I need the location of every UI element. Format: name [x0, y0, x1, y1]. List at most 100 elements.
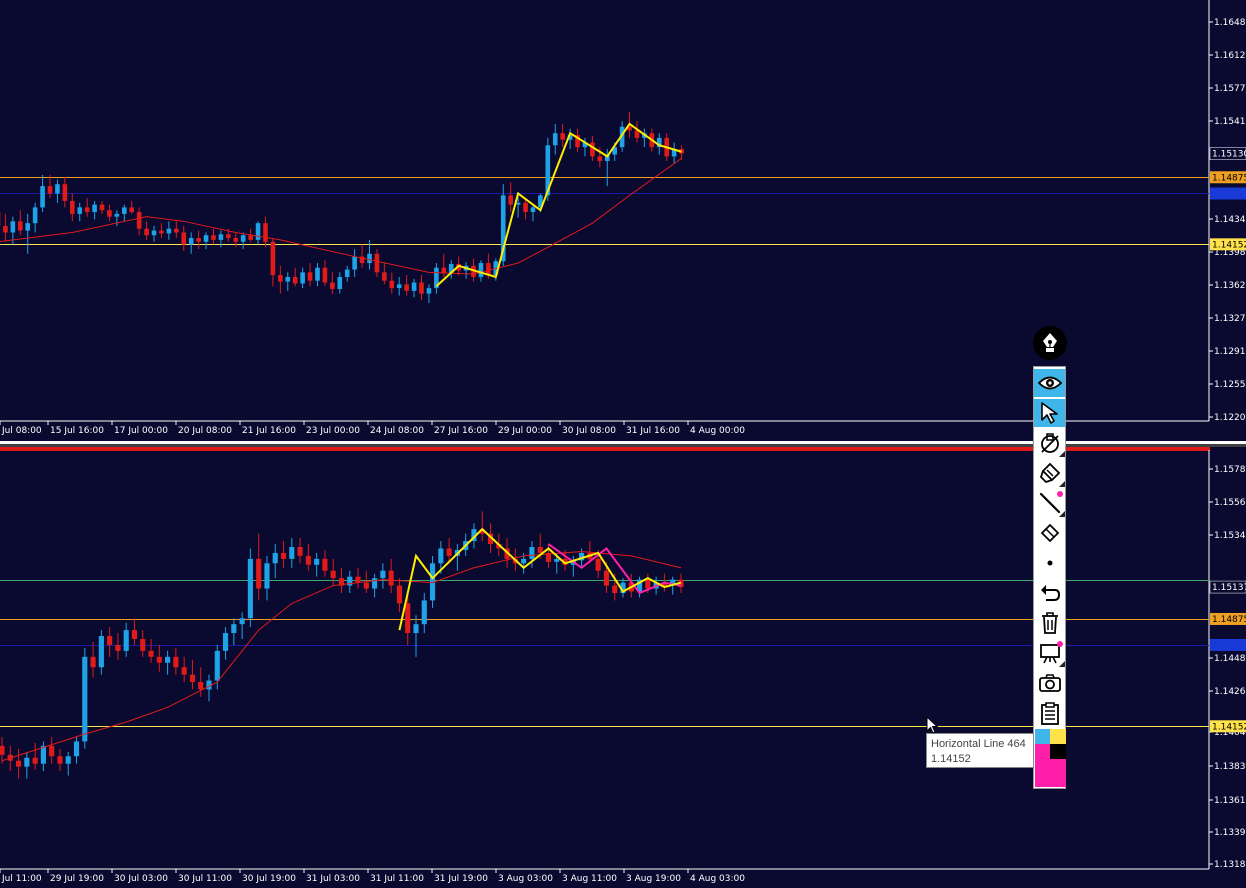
time-tick-label: 30 Jul 19:00 — [242, 874, 296, 884]
price-tick-label: 1.13278 — [1214, 314, 1246, 324]
pink-dot-indicator — [1057, 491, 1063, 497]
candle-body — [297, 546, 303, 556]
candle-body — [148, 650, 154, 657]
candle-body — [15, 760, 22, 767]
time-tick-label: 24 Jul 08:00 — [370, 426, 424, 436]
candle-body — [211, 235, 216, 240]
candle-body — [122, 207, 127, 214]
candle-body — [270, 241, 276, 276]
crossed-pen-icon — [1040, 433, 1059, 453]
candle-body — [396, 585, 403, 604]
tooltip-value: 1.14152 — [931, 753, 971, 765]
candle-body — [314, 558, 320, 565]
candle-body — [181, 232, 187, 245]
candle-body — [307, 272, 313, 281]
eraser-tool-button[interactable] — [1034, 519, 1065, 547]
marker-tool-button[interactable] — [1034, 459, 1065, 487]
tooltip-title: Horizontal Line 464 — [931, 738, 1026, 750]
price-tick-label: 1.13628 — [1214, 281, 1246, 291]
candle-body — [166, 228, 172, 234]
candle-body — [530, 207, 536, 213]
candle-body — [198, 682, 204, 690]
time-tick-label: 30 Jul 11:00 — [178, 874, 232, 884]
candle-body — [438, 548, 444, 564]
candle-body — [189, 674, 196, 683]
candle-body — [280, 552, 287, 559]
moving-average-line — [0, 157, 682, 275]
swatch-pink[interactable] — [1035, 744, 1050, 787]
time-tick-label: 4 Aug 03:00 — [690, 874, 745, 884]
candle-body — [129, 207, 135, 213]
candle-body — [264, 563, 270, 589]
time-tick-label: 30 Jul 08:00 — [562, 426, 616, 436]
time-tick-label: 29 Jul 19:00 — [50, 874, 104, 884]
candle-body — [32, 757, 38, 764]
price-tick-label: 1.15342 — [1214, 531, 1246, 541]
price-tick-label: 1.15778 — [1214, 84, 1246, 94]
clipboard-button[interactable] — [1034, 699, 1065, 727]
undo-button[interactable] — [1034, 579, 1065, 607]
candle-body — [523, 202, 528, 213]
delete-all-button[interactable] — [1034, 609, 1065, 637]
candle-body — [421, 600, 427, 625]
candle-body — [552, 133, 558, 146]
disable-drawing-button[interactable] — [1034, 429, 1065, 457]
candle-body — [98, 636, 104, 668]
candle-body — [240, 235, 246, 242]
swatch-blue[interactable] — [1035, 729, 1050, 744]
candle-body — [77, 207, 83, 214]
eye-icon — [1037, 376, 1062, 390]
fountain-pen-logo-icon[interactable] — [1033, 326, 1067, 360]
candle-body — [305, 555, 311, 565]
candle-body — [645, 579, 651, 589]
eye-toggle-button[interactable] — [1034, 369, 1065, 397]
candle-body — [136, 212, 142, 229]
candle-body — [508, 195, 513, 205]
price-tick-label: 1.12208 — [1214, 413, 1246, 423]
candle-body — [554, 558, 560, 562]
candle-body — [115, 644, 121, 651]
current-price-label: 1.15137 — [1212, 583, 1246, 593]
candle-body — [603, 570, 610, 586]
candle-body — [389, 280, 395, 289]
candle-body — [92, 204, 97, 213]
price-tick-label: 1.13182 — [1214, 860, 1246, 870]
price-tick-label: 1.16488 — [1214, 18, 1246, 28]
line-price-tag-label: 1.14875 — [1212, 615, 1246, 625]
candle-body — [344, 269, 350, 277]
candle-body — [272, 552, 278, 564]
swatch-pink-lower[interactable] — [1050, 759, 1066, 787]
candle-body — [404, 284, 409, 291]
eraser-icon — [1040, 523, 1059, 543]
price-tick-label: 1.14348 — [1214, 215, 1246, 225]
dot-tool-button[interactable] — [1034, 549, 1065, 577]
line-tool-button[interactable] — [1034, 489, 1065, 517]
marker-icon — [1039, 462, 1060, 484]
time-tick-label: Jul 08:00 — [1, 426, 42, 436]
candle-body — [0, 745, 5, 755]
swatch-black[interactable] — [1050, 744, 1066, 759]
clipboard-icon — [1040, 702, 1059, 725]
time-tick-label: 3 Aug 03:00 — [498, 874, 553, 884]
screenshot-button[interactable] — [1034, 669, 1065, 697]
candle-body — [355, 576, 361, 583]
candle-body — [380, 570, 386, 579]
candle-body — [57, 756, 63, 764]
time-tick-label: 3 Aug 19:00 — [626, 874, 681, 884]
candle-body — [315, 267, 320, 281]
cursor-select-button[interactable] — [1034, 399, 1065, 427]
candle-body — [529, 546, 535, 559]
drawing-toolbar — [1033, 366, 1066, 789]
candle-body — [426, 288, 432, 294]
candle-body — [231, 624, 237, 634]
board-button[interactable] — [1034, 639, 1065, 667]
candle-body — [49, 745, 55, 757]
candle-body — [65, 756, 71, 764]
line-price-tag-label: 1.14152 — [1212, 240, 1246, 250]
candle-body — [214, 650, 220, 681]
swatch-yellow[interactable] — [1050, 729, 1066, 744]
price-tick-label: 1.13832 — [1214, 762, 1246, 772]
candle-body — [372, 578, 378, 589]
color-swatches — [1035, 729, 1066, 787]
candle-body — [107, 636, 113, 645]
